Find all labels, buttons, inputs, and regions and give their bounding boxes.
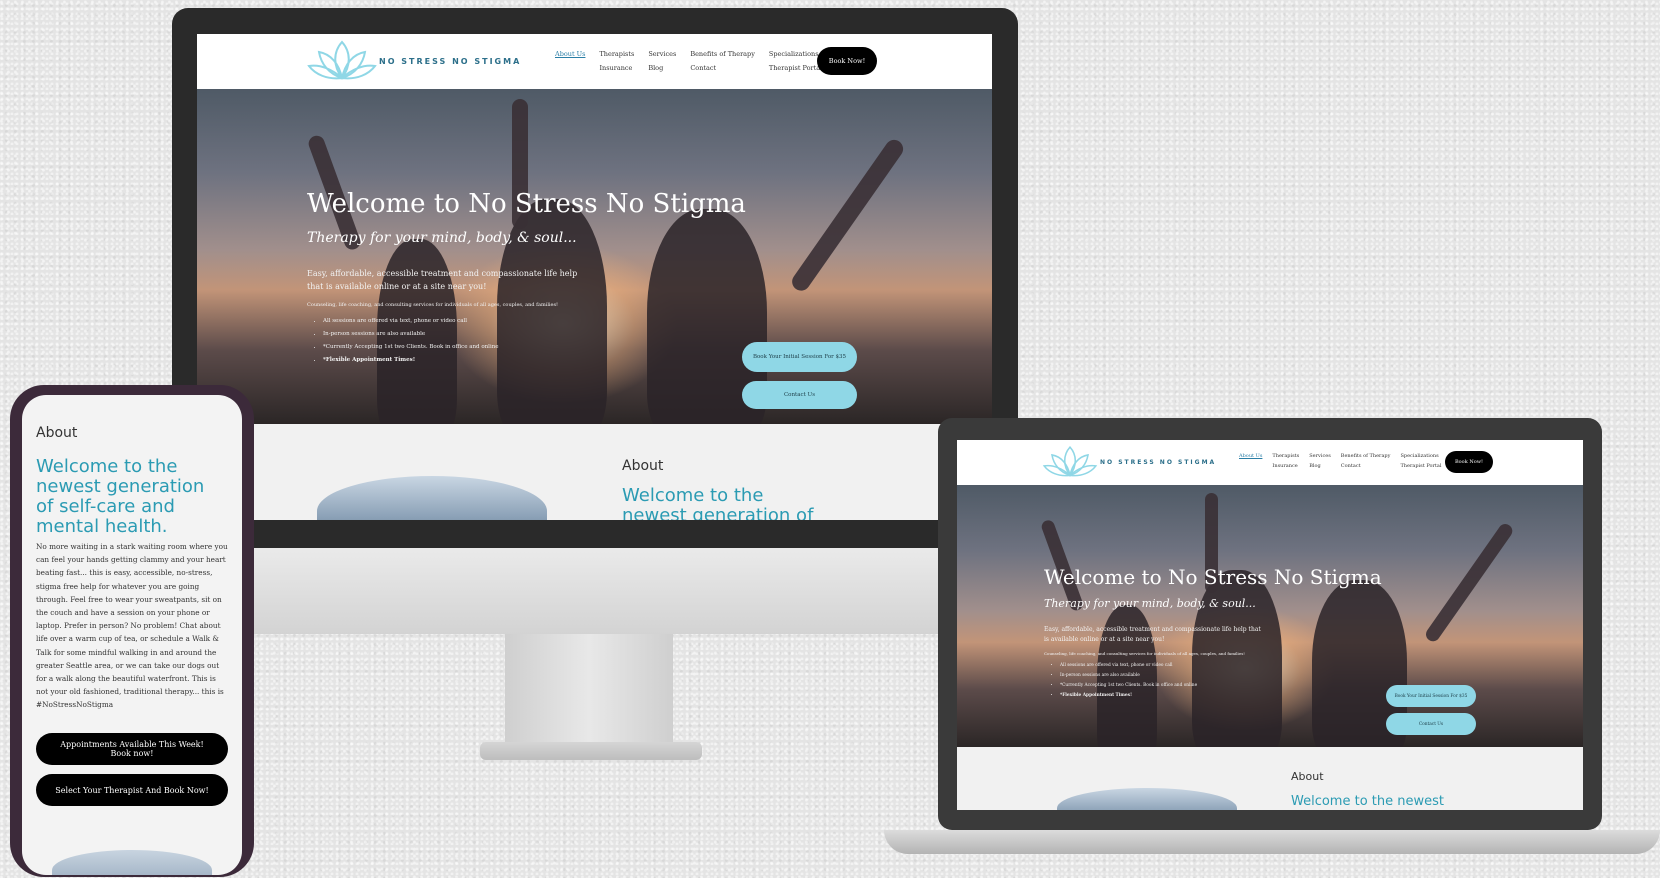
hero-subtitle: Therapy for your mind, body, & soul... [307,230,577,246]
hero-small-text: Counseling, life coaching, and consultin… [307,302,559,308]
lotus-logo-icon [1042,445,1098,477]
hero-figure-arm [788,136,907,295]
book-initial-session-button[interactable]: Book Your Initial Session For $35 [1386,685,1476,707]
book-now-button[interactable]: Book Now! [1445,451,1493,473]
hero-bullet: All sessions are offered via text, phone… [323,315,499,328]
nav-services[interactable]: Services [1309,453,1331,459]
about-welcome-heading: Welcome to the newest generation of self… [1291,794,1444,810]
about-heading: About [1291,770,1324,783]
hero-bullets: All sessions are offered via text, phone… [1046,661,1197,701]
hero-bullet: *Currently Accepting 1st two Clients. Bo… [323,341,499,354]
hero-bullet: *Flexible Appointment Times! [1060,691,1197,701]
brand-name: NO STRESS NO STIGMA [379,56,522,66]
about-image [1057,788,1237,810]
nav-contact[interactable]: Contact [1341,463,1391,469]
hero-title: Welcome to No Stress No Stigma [1044,565,1382,589]
lotus-logo-icon [307,40,377,80]
nav-therapist-portal[interactable]: Therapist Portal [769,64,822,72]
nav-therapists[interactable]: Therapists [599,50,634,58]
hero-text: Easy, affordable, accessible treatment a… [307,269,578,291]
hero-subtitle: Therapy for your mind, body, & soul... [1044,597,1256,610]
about-image [52,850,212,875]
hero-bullet: *Currently Accepting 1st two Clients. Bo… [1060,681,1197,691]
about-welcome-heading: Welcome to the newest generation of self… [36,456,205,537]
nav-about-us[interactable]: About Us [1239,453,1262,459]
about-body-text: No more waiting in a stark waiting room … [36,542,228,710]
about-heading: About [622,458,664,474]
nav-benefits[interactable]: Benefits of Therapy [690,50,755,58]
contact-us-button[interactable]: Contact Us [1386,713,1476,735]
nav-insurance[interactable]: Insurance [599,64,634,72]
hero-bullet: *Flexible Appointment Times! [323,354,499,367]
desktop-monitor-foot [480,742,702,760]
book-now-button[interactable]: Book Now! [817,47,877,75]
nav-blog[interactable]: Blog [1309,463,1331,469]
book-initial-session-button[interactable]: Book Your Initial Session For $35 [742,342,857,372]
select-therapist-button[interactable]: Select Your Therapist And Book Now! [36,774,228,806]
hero-bullet: In-person sessions are also available [1060,671,1197,681]
hero-small-text: Counseling, life coaching, and consultin… [1044,651,1245,656]
contact-us-button[interactable]: Contact Us [742,381,857,409]
about-welcome-heading: Welcome to the newest generation of self… [622,485,814,521]
desktop-monitor-stand [505,634,673,744]
nav-blog[interactable]: Blog [648,64,676,72]
nav-specializations[interactable]: Specializations [1400,453,1441,459]
navbar: NO STRESS NO STIGMA About Us Therapists … [957,440,1583,485]
hero-title: Welcome to No Stress No Stigma [307,189,746,219]
laptop-website: NO STRESS NO STIGMA About Us Therapists … [957,440,1583,810]
nav-services[interactable]: Services [648,50,676,58]
nav-therapists[interactable]: Therapists [1272,453,1299,459]
hero-figure-arm [1423,521,1516,645]
nav-links: About Us Therapists Services Benefits of… [555,50,822,72]
hero-bullet: All sessions are offered via text, phone… [1060,661,1197,671]
appointments-available-button[interactable]: Appointments Available This Week! Book n… [36,733,228,765]
hero-bullets: All sessions are offered via text, phone… [309,315,499,367]
nav-about-us[interactable]: About Us [555,50,585,58]
nav-therapist-portal[interactable]: Therapist Portal [1400,463,1441,469]
hero-text: Easy, affordable, accessible treatment a… [1044,626,1261,643]
about-heading: About [36,425,78,441]
laptop-base [884,830,1660,854]
navbar: NO STRESS NO STIGMA About Us Therapists … [197,34,992,89]
desktop-monitor-chin [172,548,1018,634]
phone-website: About Welcome to the newest generation o… [22,395,242,875]
hero-bullet: In-person sessions are also available [323,328,499,341]
nav-links: About Us Therapists Services Benefits of… [1239,453,1441,469]
nav-contact[interactable]: Contact [690,64,755,72]
nav-insurance[interactable]: Insurance [1272,463,1299,469]
nav-specializations[interactable]: Specializations [769,50,822,58]
about-image [317,476,547,520]
nav-benefits[interactable]: Benefits of Therapy [1341,453,1391,459]
brand-name: NO STRESS NO STIGMA [1100,458,1217,466]
desktop-website: NO STRESS NO STIGMA About Us Therapists … [197,34,992,520]
hero-section: Welcome to No Stress No Stigma Therapy f… [197,89,992,424]
logo[interactable]: NO STRESS NO STIGMA [1042,444,1216,480]
hero-section: Welcome to No Stress No Stigma Therapy f… [957,485,1583,747]
logo[interactable]: NO STRESS NO STIGMA [307,38,521,84]
